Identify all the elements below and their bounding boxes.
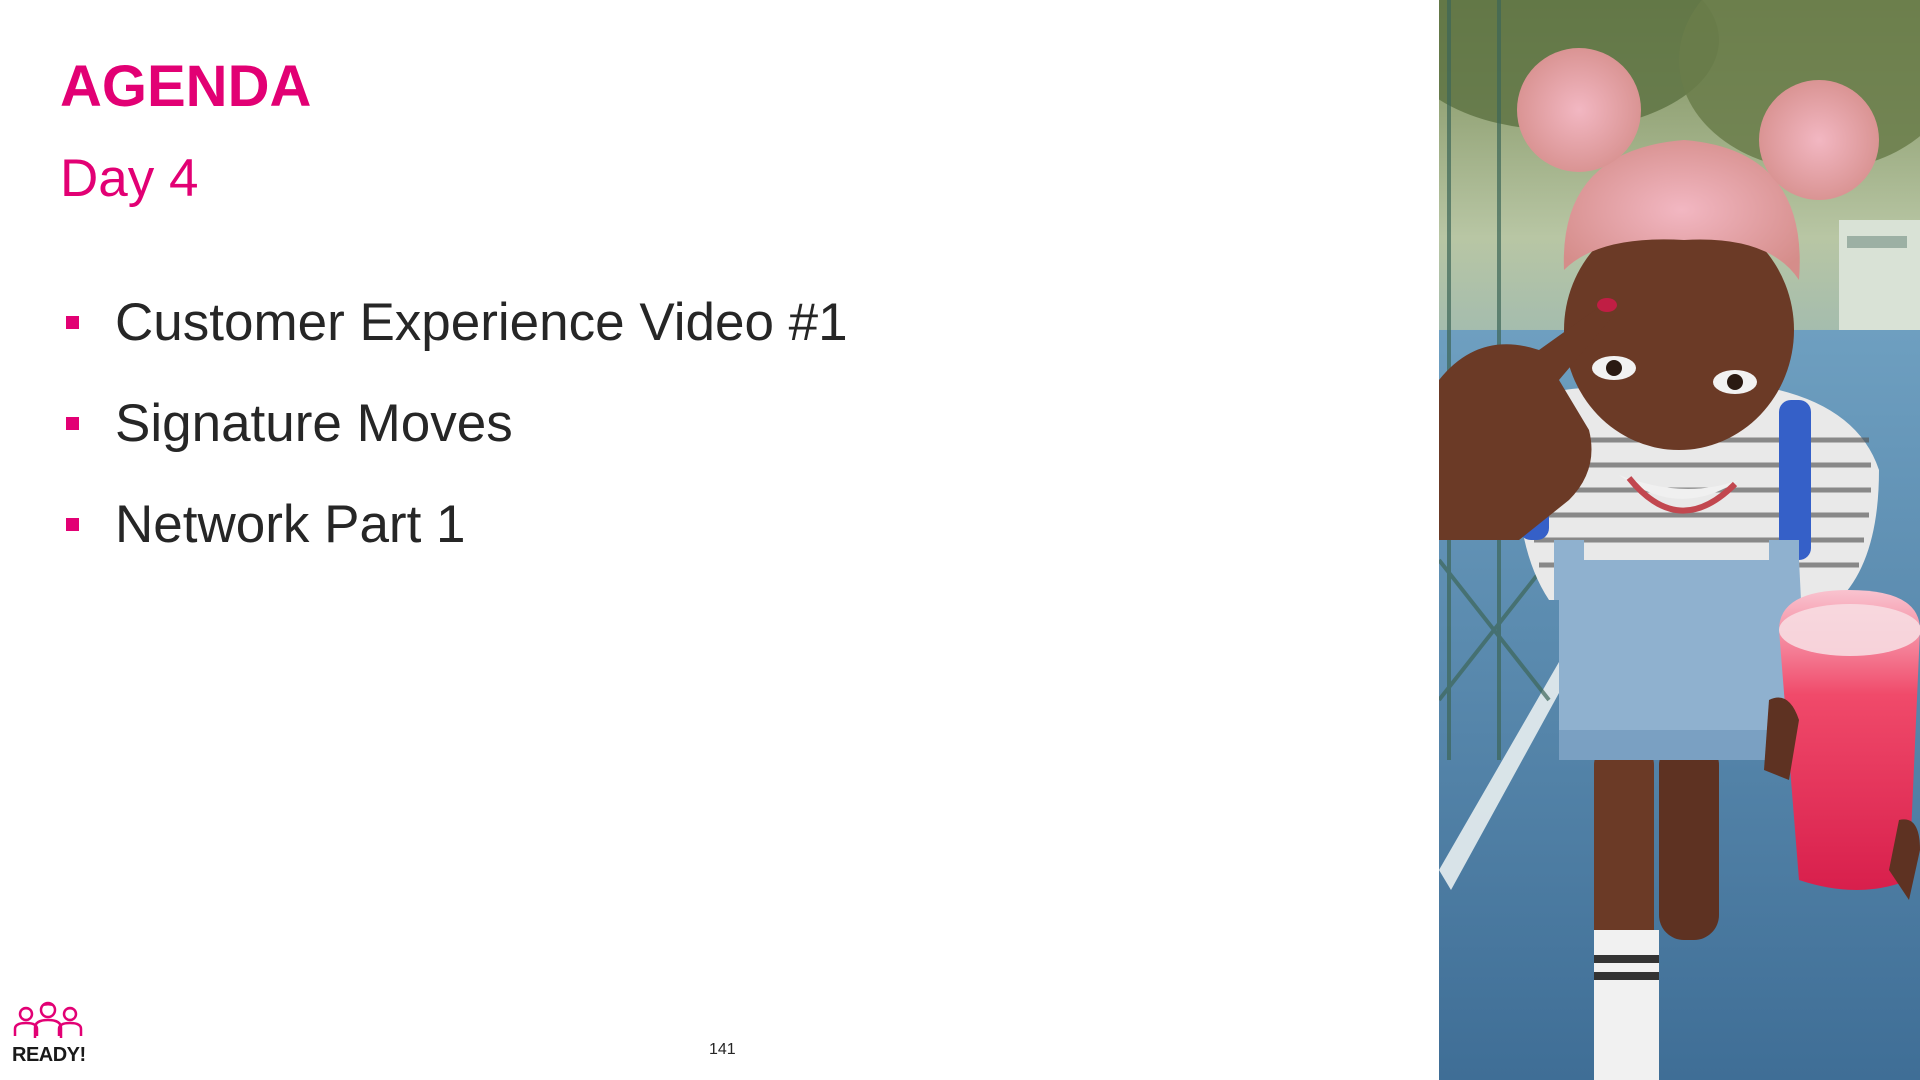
agenda-item-label: Signature Moves xyxy=(115,394,513,453)
agenda-item: Customer Experience Video #1 xyxy=(66,272,848,373)
page-number: 141 xyxy=(709,1041,736,1058)
agenda-item-label: Customer Experience Video #1 xyxy=(115,293,848,352)
bullet-square-icon xyxy=(66,417,79,430)
ready-logo: READY! xyxy=(10,1000,86,1070)
bullet-square-icon xyxy=(66,316,79,329)
agenda-item: Network Part 1 xyxy=(66,474,848,575)
slide-subtitle: Day 4 xyxy=(60,149,199,208)
logo-text: READY! xyxy=(12,1044,86,1066)
slide: AGENDA Day 4 Customer Experience Video #… xyxy=(0,0,1920,1080)
hero-photo xyxy=(1439,0,1920,1080)
people-group-icon xyxy=(13,1001,83,1038)
girl-with-pink-hair-image xyxy=(1439,0,1920,1080)
slide-title: AGENDA xyxy=(60,54,312,119)
agenda-list: Customer Experience Video #1 Signature M… xyxy=(66,272,848,575)
agenda-item-label: Network Part 1 xyxy=(115,495,466,554)
agenda-item: Signature Moves xyxy=(66,373,848,474)
bullet-square-icon xyxy=(66,518,79,531)
